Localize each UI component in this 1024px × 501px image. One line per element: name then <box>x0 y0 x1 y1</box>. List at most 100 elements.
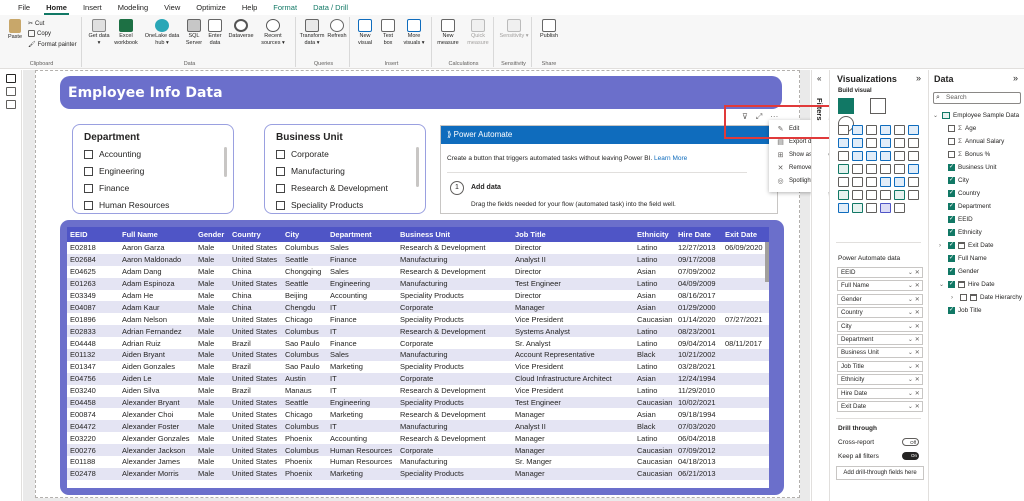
table-row[interactable]: E04448 Adrian Ruiz Male Brazil Sao Paulo Fina… <box>67 337 769 350</box>
field-well[interactable]: EEID ⌄ ✕ <box>837 267 923 278</box>
menu-modeling[interactable]: Modeling <box>110 0 156 15</box>
field-checkbox[interactable] <box>948 125 955 132</box>
100-column-icon[interactable] <box>908 125 919 135</box>
multi-row-card-icon[interactable] <box>894 164 905 174</box>
report-view-icon[interactable] <box>5 74 16 83</box>
narrative-icon[interactable] <box>866 190 877 200</box>
donut-icon[interactable] <box>894 151 905 161</box>
funnel-icon[interactable] <box>852 151 863 161</box>
column-header[interactable]: Gender <box>195 227 229 242</box>
remove-field-icon[interactable]: ⌄ ✕ <box>908 308 920 317</box>
checkbox[interactable] <box>84 149 93 159</box>
table-row[interactable]: E01188 Alexander James Male United States Ph… <box>67 456 769 468</box>
table-row[interactable]: E03220 Alexander Gonzales Male United State… <box>67 432 769 445</box>
qa-icon[interactable] <box>852 190 863 200</box>
refresh-button[interactable]: Refresh <box>326 19 348 40</box>
r-visual-icon[interactable] <box>880 177 891 187</box>
treemap-icon[interactable] <box>908 151 919 161</box>
table-row[interactable]: E01896 Adam Nelson Male United States Chicag… <box>67 313 769 326</box>
field-well[interactable]: Business Unit ⌄ ✕ <box>837 347 923 359</box>
column-header[interactable]: Ethnicity <box>634 227 675 242</box>
table-row[interactable]: E04472 Alexander Foster Male United States C… <box>67 420 769 433</box>
stacked-bar-icon[interactable] <box>838 125 849 135</box>
dataverse-button[interactable]: Dataverse <box>226 19 256 40</box>
diamond-icon[interactable] <box>866 203 877 213</box>
field-item[interactable]: ✓ EEID <box>948 216 973 223</box>
table-row[interactable]: E01132 Aiden Bryant Male United States Colum… <box>67 349 769 361</box>
table-row[interactable]: E02818 Aaron Garza Male United States Columb… <box>67 242 769 254</box>
field-checkbox[interactable]: ✓ <box>948 203 955 210</box>
field-item[interactable]: ✓ Full Name <box>948 255 987 262</box>
chevron-down-icon[interactable]: ⌄ <box>939 281 945 288</box>
kpi-icon[interactable] <box>908 164 919 174</box>
field-checkbox[interactable]: ✓ <box>948 177 955 184</box>
field-item[interactable]: ✓ Ethnicity <box>948 229 982 236</box>
line-column-icon[interactable] <box>880 138 891 148</box>
menu-format[interactable]: Format <box>265 0 305 15</box>
slicer-scrollbar[interactable] <box>416 147 419 187</box>
get-data-button[interactable]: Get data ▾ <box>87 19 111 46</box>
slicer-option-corporate[interactable]: Corporate <box>276 149 329 159</box>
keep-all-filters-toggle[interactable]: On <box>902 452 919 460</box>
power-automate-visual-icon[interactable] <box>880 203 891 213</box>
chevron-right-icon[interactable]: › <box>951 295 957 301</box>
matrix-icon[interactable] <box>866 177 877 187</box>
clustered-bar-icon[interactable] <box>866 125 877 135</box>
menu-item-spotlight[interactable]: ◎ Spotlight <box>777 177 812 185</box>
field-checkbox[interactable]: ✓ <box>948 255 955 262</box>
table-row[interactable]: E01263 Adam Espinoza Male United States Seat… <box>67 277 769 290</box>
remove-field-icon[interactable]: ⌄ ✕ <box>908 295 920 304</box>
field-checkbox[interactable]: ✓ <box>948 268 955 275</box>
slicer-option-finance[interactable]: Finance <box>84 183 129 193</box>
field-item[interactable]: Σ Bonus % <box>948 151 990 158</box>
transform-data-button[interactable]: Transform data ▾ <box>299 19 325 46</box>
trophy-icon[interactable] <box>908 190 919 200</box>
paginated-icon[interactable] <box>880 190 891 200</box>
field-well[interactable]: Full Name ⌄ ✕ <box>837 280 923 292</box>
field-checkbox[interactable]: ✓ <box>948 242 955 249</box>
slicer-icon[interactable] <box>838 177 849 187</box>
pie-icon[interactable] <box>880 151 891 161</box>
key-influencers-icon[interactable] <box>908 177 919 187</box>
field-well[interactable]: Job Title ⌄ ✕ <box>837 360 923 372</box>
format-visual-icon[interactable] <box>870 98 887 114</box>
clustered-column-icon[interactable] <box>880 125 891 135</box>
slicer-option-research-development[interactable]: Research & Development <box>276 183 388 193</box>
field-checkbox[interactable]: ✓ <box>948 229 955 236</box>
table-row[interactable]: E00874 Alexander Choi Male United States Chi… <box>67 408 769 421</box>
checkbox[interactable] <box>84 166 93 176</box>
sql-server-button[interactable]: SQL Server <box>184 19 204 46</box>
arcgis-icon[interactable] <box>852 203 863 213</box>
column-header[interactable]: Department <box>327 227 397 242</box>
table-row[interactable]: E01347 Aiden Gonzales Male Brazil Sao Paulo M… <box>67 360 769 373</box>
column-header[interactable]: Job Title <box>512 227 634 242</box>
checkbox[interactable] <box>276 183 285 193</box>
stacked-column-icon[interactable] <box>852 125 863 135</box>
table-row[interactable]: E04458 Alexander Bryant Male United States S… <box>67 396 769 409</box>
slicer-option-engineering[interactable]: Engineering <box>84 166 144 176</box>
field-item[interactable]: ✓ Job Title <box>948 307 981 314</box>
field-item[interactable]: ✓ Department <box>948 203 991 210</box>
expand-icon[interactable]: » <box>916 73 921 83</box>
field-checkbox[interactable]: ✓ <box>948 190 955 197</box>
python-visual-icon[interactable] <box>894 177 905 187</box>
menu-insert[interactable]: Insert <box>75 0 110 15</box>
remove-field-icon[interactable]: ⌄ ✕ <box>908 362 920 371</box>
column-header[interactable]: Hire Date <box>675 227 722 242</box>
publish-button[interactable]: Publish <box>536 19 562 40</box>
field-checkbox[interactable]: ✓ <box>948 307 955 314</box>
field-item[interactable]: ✓ City <box>948 177 969 184</box>
chevron-left-icon[interactable]: « <box>817 74 821 83</box>
field-item[interactable]: ✓ Business Unit <box>948 164 997 171</box>
table-row[interactable]: E00276 Alexander Jackson Male United States… <box>67 444 769 457</box>
field-item[interactable]: › ✓ Exit Date <box>939 242 994 249</box>
column-header[interactable]: Country <box>229 227 282 242</box>
stacked-area-icon[interactable] <box>866 138 877 148</box>
field-item[interactable]: Σ Annual Salary <box>948 138 1004 145</box>
checkbox[interactable] <box>276 200 285 210</box>
menu-help[interactable]: Help <box>234 0 265 15</box>
field-well[interactable]: City ⌄ ✕ <box>837 320 923 332</box>
remove-field-icon[interactable]: ⌄ ✕ <box>908 348 920 357</box>
copy-button[interactable]: Copy <box>28 30 51 37</box>
field-well[interactable]: Ethnicity ⌄ ✕ <box>837 374 923 386</box>
